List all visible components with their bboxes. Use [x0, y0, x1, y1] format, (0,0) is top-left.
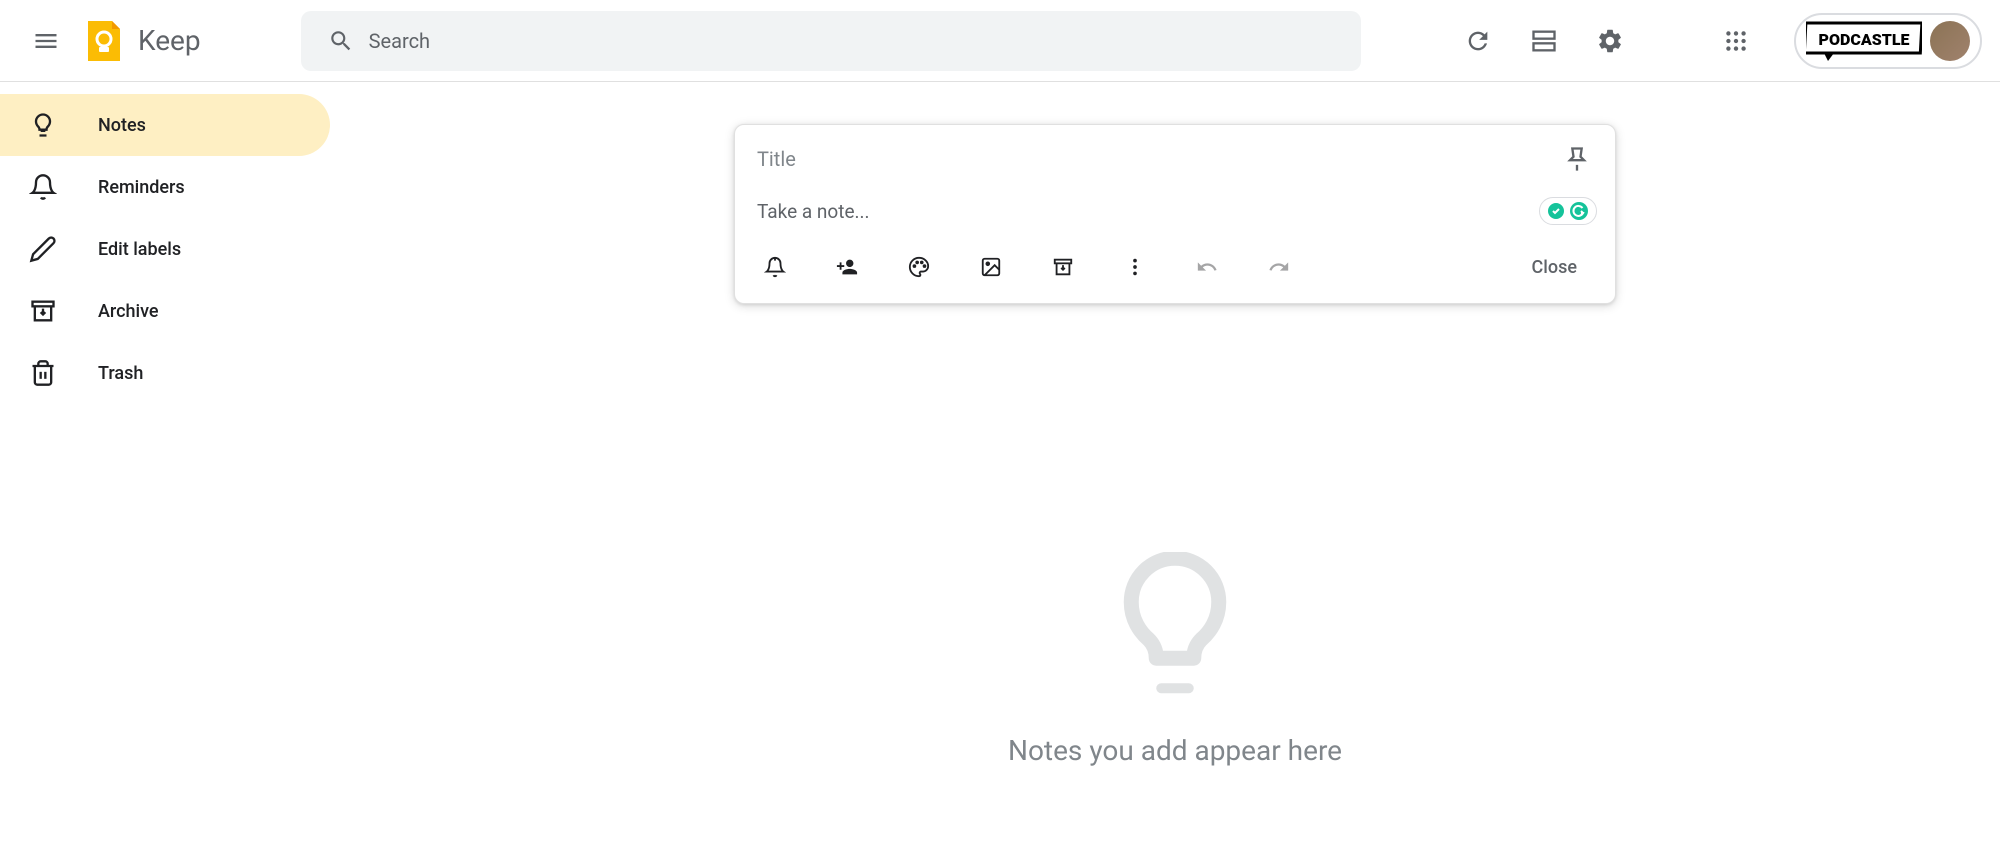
list-view-button[interactable] — [1516, 13, 1572, 69]
search-bar[interactable] — [301, 11, 1361, 71]
note-title-input[interactable] — [757, 147, 1557, 171]
person-add-icon — [836, 256, 858, 278]
search-icon — [321, 28, 361, 54]
reminder-icon — [764, 256, 786, 278]
undo-icon — [1196, 256, 1218, 278]
sidebar-item-reminders[interactable]: Reminders — [0, 156, 330, 218]
add-image-button[interactable] — [967, 243, 1015, 291]
undo-button — [1183, 243, 1231, 291]
google-apps-button[interactable] — [1708, 13, 1764, 69]
sidebar-item-notes[interactable]: Notes — [0, 94, 330, 156]
grammarly-extension-badge[interactable] — [1539, 197, 1597, 225]
redo-icon — [1268, 256, 1290, 278]
pin-note-button[interactable] — [1557, 139, 1597, 179]
sidebar-item-label: Trash — [98, 363, 143, 384]
apps-grid-icon — [1723, 28, 1749, 54]
podcastle-extension-badge[interactable]: PODCASTLE — [1794, 13, 1982, 69]
archive-note-button[interactable] — [1039, 243, 1087, 291]
palette-icon — [908, 256, 930, 278]
archive-icon — [1052, 256, 1074, 278]
list-view-icon — [1530, 27, 1558, 55]
hamburger-icon — [32, 27, 60, 55]
archive-icon — [28, 297, 58, 325]
trash-icon — [28, 359, 58, 387]
background-options-button[interactable] — [895, 243, 943, 291]
grammarly-sub-icon — [1547, 202, 1565, 220]
more-vertical-icon — [1124, 256, 1146, 278]
lightbulb-icon — [28, 111, 58, 139]
sidebar: Notes Reminders Edit labels Archive Tras… — [0, 82, 350, 851]
search-input[interactable] — [361, 29, 1341, 53]
sidebar-item-label: Notes — [98, 115, 146, 136]
lightbulb-large-icon — [1110, 552, 1240, 702]
keep-logo-icon — [80, 17, 128, 65]
note-composer-card: Close — [734, 124, 1616, 304]
pin-icon — [1563, 145, 1591, 173]
sidebar-item-label: Reminders — [98, 177, 185, 198]
empty-state: Notes you add appear here — [1008, 552, 1342, 767]
app-title: Keep — [138, 24, 201, 57]
more-options-button[interactable] — [1111, 243, 1159, 291]
main-menu-button[interactable] — [18, 13, 74, 69]
sidebar-item-edit-labels[interactable]: Edit labels — [0, 218, 330, 280]
gear-icon — [1596, 27, 1624, 55]
sidebar-item-label: Edit labels — [98, 239, 181, 260]
empty-state-text: Notes you add appear here — [1008, 734, 1342, 767]
sidebar-item-trash[interactable]: Trash — [0, 342, 330, 404]
refresh-icon — [1464, 27, 1492, 55]
sidebar-item-label: Archive — [98, 301, 159, 322]
pencil-icon — [28, 235, 58, 263]
refresh-button[interactable] — [1450, 13, 1506, 69]
podcastle-logo-icon: PODCASTLE — [1806, 21, 1922, 61]
note-body-input[interactable] — [757, 200, 1539, 223]
collaborator-button[interactable] — [823, 243, 871, 291]
grammarly-icon — [1569, 201, 1589, 221]
settings-button[interactable] — [1582, 13, 1638, 69]
remind-me-button[interactable] — [751, 243, 799, 291]
redo-button — [1255, 243, 1303, 291]
sidebar-item-archive[interactable]: Archive — [0, 280, 330, 342]
user-avatar[interactable] — [1930, 21, 1970, 61]
app-logo-section[interactable]: Keep — [80, 17, 201, 65]
bell-icon — [28, 173, 58, 201]
close-note-button[interactable]: Close — [1508, 247, 1601, 288]
image-icon — [980, 256, 1002, 278]
svg-text:PODCASTLE: PODCASTLE — [1819, 30, 1910, 49]
